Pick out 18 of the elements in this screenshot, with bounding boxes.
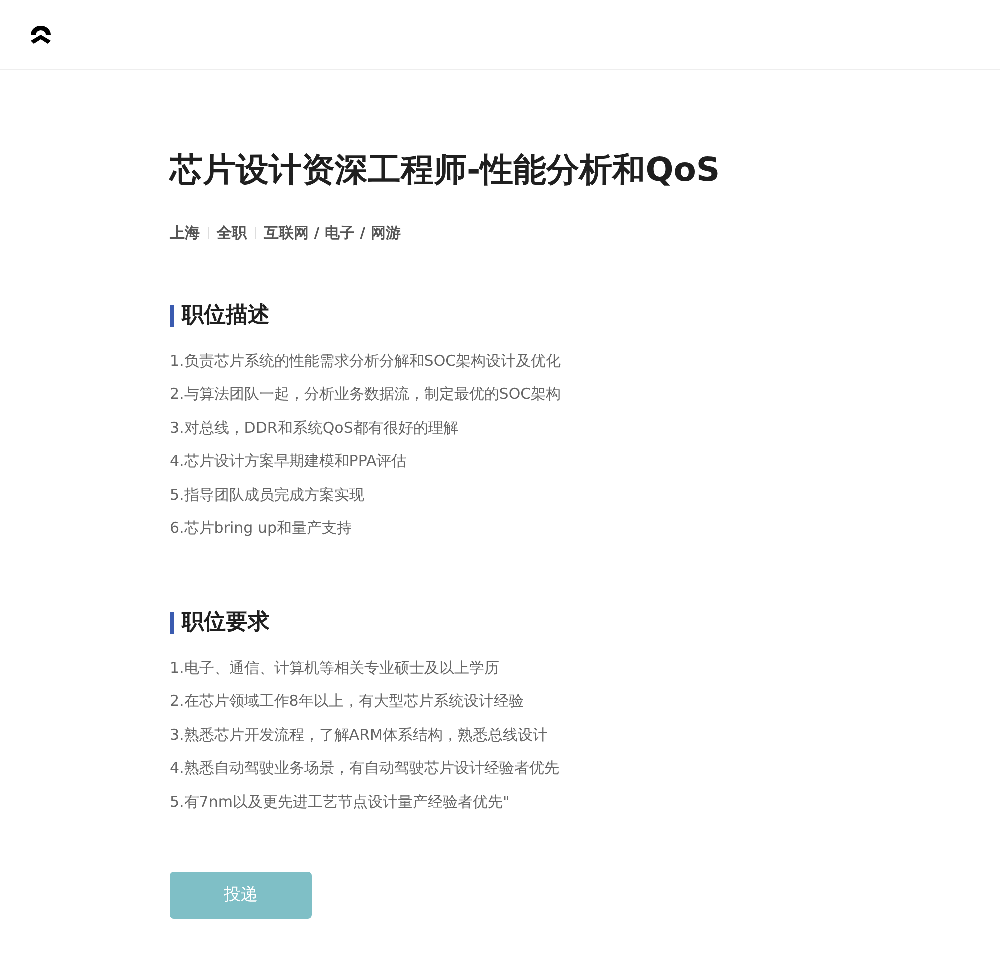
requirement-text: 2.与算法团队一起，分析业务数据流，制定最优的SOC架构 [170,384,562,405]
requirement-text: 4.熟悉自动驾驶业务场景，有自动驾驶芯片设计经验者优先 [170,758,560,779]
requirement-text: 3.对总线，DDR和系统QoS都有很好的理解 [170,418,460,438]
requirement-text: 5.有7nm以及更先进工艺节点设计量产经验者优先" [170,792,511,812]
job-tag: 上海 [170,222,200,244]
job-tag: 互联网 / 电子 / 网游 [264,222,401,244]
section-heading: 职位描述 [182,302,270,330]
logo-icon[interactable] [29,24,53,44]
job-tag: 全职 [217,222,247,244]
requirement-text: 3.熟悉芯片开发流程，了解ARM体系结构，熟悉总线设计 [170,724,549,746]
section-heading: 职位要求 [182,608,270,636]
requirement-text: 1.电子、通信、计算机等相关专业硕士及以上学历 [170,658,500,678]
requirement-text: 4.芯片设计方案早期建模和PPA评估 [170,451,408,472]
requirement-text: 2.在芯片领域工作8年以上，有大型芯片系统设计经验 [170,691,525,712]
requirement-text: 6.芯片bring up和量产支持 [170,518,353,539]
requirement-text: 1.负责芯片系统的性能需求分析分解和SOC架构设计及优化 [170,350,562,372]
requirement-text: 5.指导团队成员完成方案实现 [170,484,366,506]
job-title: 芯片设计资深工程师-性能分析和QoS [170,149,722,191]
